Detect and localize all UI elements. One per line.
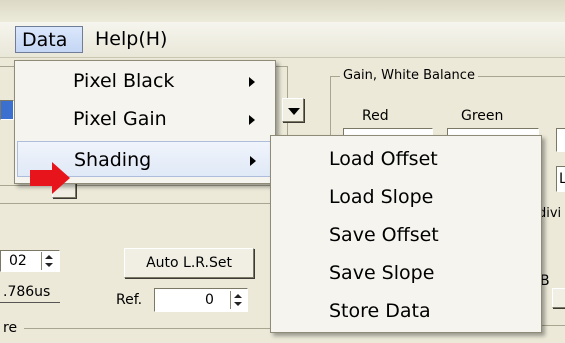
menu-item-pixel-gain[interactable]: Pixel Gain [17, 101, 273, 137]
menu-item-label: Store Data [329, 300, 431, 322]
red-pointer-arrow-icon [30, 162, 70, 194]
menu-item-label: Save Slope [329, 262, 435, 284]
menu-data[interactable]: Data [15, 26, 83, 53]
chevron-down-icon [288, 108, 300, 115]
menu-item-label: Shading [74, 149, 152, 171]
spin-value-1: 02 [9, 253, 27, 269]
ref-spin-field[interactable]: 0 [154, 288, 248, 312]
field-l-text: L [559, 171, 565, 187]
auto-lr-set-button[interactable]: Auto L.R.Set [124, 248, 254, 278]
submenu-arrow-icon [250, 156, 256, 166]
green-label: Green [461, 108, 504, 124]
menu-item-save-offset[interactable]: Save Offset [271, 216, 541, 254]
time-underline [0, 302, 60, 303]
time-value: .786us [3, 284, 51, 300]
left-field-edge [0, 203, 290, 204]
dropdown-button[interactable] [282, 98, 304, 122]
spin-arrows-1[interactable] [41, 252, 56, 270]
ref-value: 0 [205, 292, 214, 308]
ref-spin-arrows[interactable] [230, 291, 245, 309]
menu-item-label: Pixel Gain [73, 108, 167, 130]
menu-item-load-offset[interactable]: Load Offset [271, 140, 541, 178]
submenu-arrow-icon [249, 115, 255, 125]
partial-group-label: re [3, 320, 18, 336]
right-field-l[interactable]: L [556, 166, 565, 192]
auto-lr-set-label: Auto L.R.Set [146, 255, 232, 271]
left-combobox[interactable] [0, 100, 14, 120]
menu-item-label: Save Offset [329, 224, 439, 246]
red-label: Red [362, 108, 389, 124]
lower-group-line [24, 328, 274, 329]
menu-item-pixel-black[interactable]: Pixel Black [17, 63, 273, 99]
gain-group-title: Gain, White Balance [340, 68, 478, 83]
right-small-button[interactable] [552, 288, 565, 308]
spin-field-1[interactable]: 02 [0, 250, 60, 272]
menu-item-save-slope[interactable]: Save Slope [271, 254, 541, 292]
menu-item-load-slope[interactable]: Load Slope [271, 178, 541, 216]
menu-item-store-data[interactable]: Store Data [271, 292, 541, 330]
window-title-strip [0, 0, 565, 22]
menu-help[interactable]: Help(H) [89, 26, 185, 53]
menu-item-label: Pixel Black [73, 70, 175, 92]
submenu-arrow-icon [249, 77, 255, 87]
right-field-top[interactable] [556, 128, 565, 152]
menu-bar: Data Help(H) [0, 22, 565, 58]
menu-item-label: Load Slope [329, 186, 434, 208]
shading-submenu: Load Offset Load Slope Save Offset Save … [270, 135, 542, 333]
ref-label: Ref. [116, 292, 143, 308]
menu-item-label: Load Offset [329, 148, 438, 170]
